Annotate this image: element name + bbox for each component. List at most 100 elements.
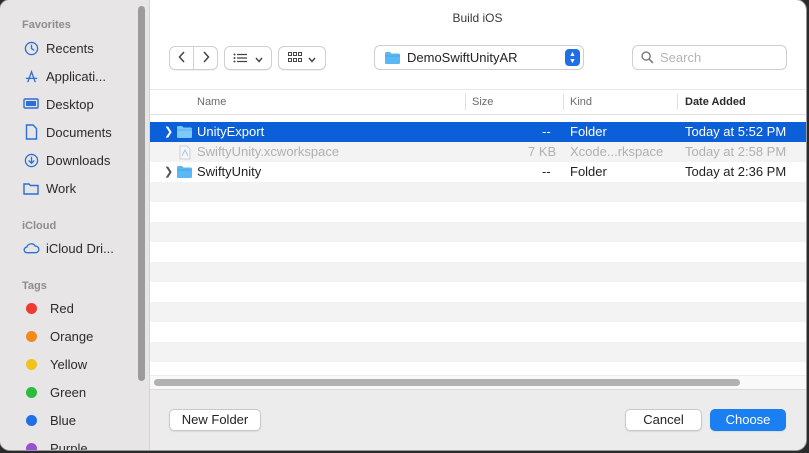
- choose-button[interactable]: Choose: [710, 409, 786, 431]
- sidebar-item-downloads[interactable]: Downloads: [22, 148, 134, 172]
- list-view-icon: [233, 51, 249, 66]
- sidebar-tag-orange[interactable]: Orange: [22, 324, 134, 348]
- new-folder-button[interactable]: New Folder: [169, 409, 261, 431]
- document-icon: [22, 123, 40, 141]
- sidebar-item-work[interactable]: Work: [22, 176, 134, 200]
- file-row[interactable]: ❯ UnityExport -- Folder Today at 5:52 PM: [150, 122, 806, 142]
- file-size: --: [542, 124, 551, 139]
- sidebar-section-icloud: iCloud: [22, 220, 57, 232]
- file-row[interactable]: SwiftyUnity.xcworkspace 7 KB Xcode...rks…: [150, 142, 806, 162]
- column-header-name[interactable]: Name: [197, 90, 226, 114]
- download-icon: [22, 151, 40, 169]
- row-stripe: [150, 342, 806, 362]
- file-kind: Folder: [570, 164, 607, 179]
- location-popup[interactable]: DemoSwiftUnityAR ▲ ▼: [374, 45, 584, 70]
- tag-color-dot: [26, 330, 37, 342]
- search-icon: [641, 51, 654, 64]
- back-button[interactable]: [169, 46, 194, 70]
- sidebar-item-label: Blue: [50, 412, 77, 428]
- sidebar-item-label: Green: [50, 384, 87, 400]
- sidebar-item-desktop[interactable]: Desktop: [22, 92, 134, 116]
- folder-icon: [384, 51, 401, 65]
- chevron-left-icon: [177, 50, 186, 66]
- sidebar-item-label: Applicati...: [46, 68, 106, 84]
- chevron-down-icon: [255, 51, 263, 66]
- sidebar-item-documents[interactable]: Documents: [22, 120, 134, 144]
- xcode-workspace-icon: [179, 142, 191, 162]
- tag-color-dot: [26, 386, 37, 398]
- file-size: --: [542, 164, 551, 179]
- folder-icon: [176, 122, 193, 142]
- sidebar-scrollbar[interactable]: [138, 6, 145, 381]
- desktop-icon: [22, 95, 40, 113]
- sidebar-item-applications[interactable]: Applicati...: [22, 64, 134, 88]
- file-dialog-window: Favorites Recents Applicati... Desktop D…: [0, 0, 806, 450]
- row-stripe: [150, 262, 806, 282]
- sidebar-item-label: Documents: [46, 124, 112, 140]
- grid-view-icon: [288, 51, 302, 66]
- column-divider[interactable]: [563, 94, 564, 110]
- clock-icon: [22, 39, 40, 57]
- sidebar-item-icloud-drive[interactable]: iCloud Dri...: [22, 236, 134, 260]
- column-divider[interactable]: [677, 94, 678, 110]
- view-mode-list-button[interactable]: [224, 46, 272, 70]
- column-header-kind[interactable]: Kind: [570, 90, 592, 114]
- forward-button[interactable]: [193, 46, 218, 70]
- file-kind: Xcode...rkspace: [570, 144, 664, 159]
- folder-icon: [176, 162, 193, 182]
- group-by-button[interactable]: [278, 46, 326, 70]
- sidebar: Favorites Recents Applicati... Desktop D…: [0, 0, 150, 450]
- tag-color-dot: [26, 302, 37, 314]
- file-name: SwiftyUnity: [197, 164, 262, 179]
- row-stripe: [150, 182, 806, 202]
- sidebar-item-label: Red: [50, 300, 74, 316]
- chevron-down-icon: [308, 51, 316, 66]
- sidebar-item-label: Downloads: [46, 152, 111, 168]
- bottom-bar: New Folder Cancel Choose: [150, 389, 806, 450]
- sidebar-tag-red[interactable]: Red: [22, 296, 134, 320]
- folder-icon: [22, 179, 40, 197]
- column-divider[interactable]: [465, 94, 466, 110]
- file-row[interactable]: ❯ SwiftyUnity -- Folder Today at 2:36 PM: [150, 162, 806, 182]
- file-name: SwiftyUnity.xcworkspace: [197, 144, 340, 159]
- disclosure-triangle-icon[interactable]: ❯: [164, 122, 173, 142]
- updown-arrows-icon: ▲ ▼: [565, 49, 580, 66]
- sidebar-item-label: Yellow: [50, 356, 88, 372]
- sidebar-tag-green[interactable]: Green: [22, 380, 134, 404]
- search-field[interactable]: [632, 45, 787, 70]
- tag-color-dot: [26, 414, 37, 426]
- file-date: Today at 2:36 PM: [685, 164, 787, 179]
- row-stripe: [150, 222, 806, 242]
- sidebar-tag-purple[interactable]: Purple: [22, 436, 134, 450]
- file-kind: Folder: [570, 124, 607, 139]
- tag-color-dot: [26, 442, 37, 450]
- row-stripe: [150, 302, 806, 322]
- sidebar-item-label: Purple: [50, 440, 88, 451]
- file-size: 7 KB: [528, 144, 557, 159]
- sidebar-tag-yellow[interactable]: Yellow: [22, 352, 134, 376]
- list-header: Name Size Kind Date Added: [150, 89, 806, 115]
- file-date: Today at 2:58 PM: [685, 144, 787, 159]
- column-header-date-added[interactable]: Date Added: [685, 90, 746, 114]
- file-list: Name Size Kind Date Added ❯ UnityExport …: [150, 89, 806, 389]
- sidebar-tag-blue[interactable]: Blue: [22, 408, 134, 432]
- chevron-right-icon: [202, 50, 210, 66]
- disclosure-triangle-icon[interactable]: ❯: [164, 162, 173, 182]
- location-label: DemoSwiftUnityAR: [407, 50, 518, 65]
- cloud-icon: [22, 239, 40, 257]
- search-input[interactable]: [658, 49, 782, 66]
- file-date: Today at 5:52 PM: [685, 124, 787, 139]
- cancel-button[interactable]: Cancel: [625, 409, 702, 431]
- applications-icon: [22, 67, 40, 85]
- sidebar-item-label: Orange: [50, 328, 94, 344]
- horizontal-scrollbar[interactable]: [154, 379, 740, 386]
- window-title: Build iOS: [452, 11, 503, 25]
- sidebar-item-label: Work: [46, 180, 77, 196]
- sidebar-item-recents[interactable]: Recents: [22, 36, 134, 60]
- sidebar-item-label: Recents: [46, 40, 94, 56]
- sidebar-section-tags: Tags: [22, 280, 47, 292]
- column-header-size[interactable]: Size: [472, 90, 493, 114]
- sidebar-section-favorites: Favorites: [22, 19, 71, 31]
- tag-color-dot: [26, 358, 37, 370]
- sidebar-item-label: Desktop: [46, 96, 94, 112]
